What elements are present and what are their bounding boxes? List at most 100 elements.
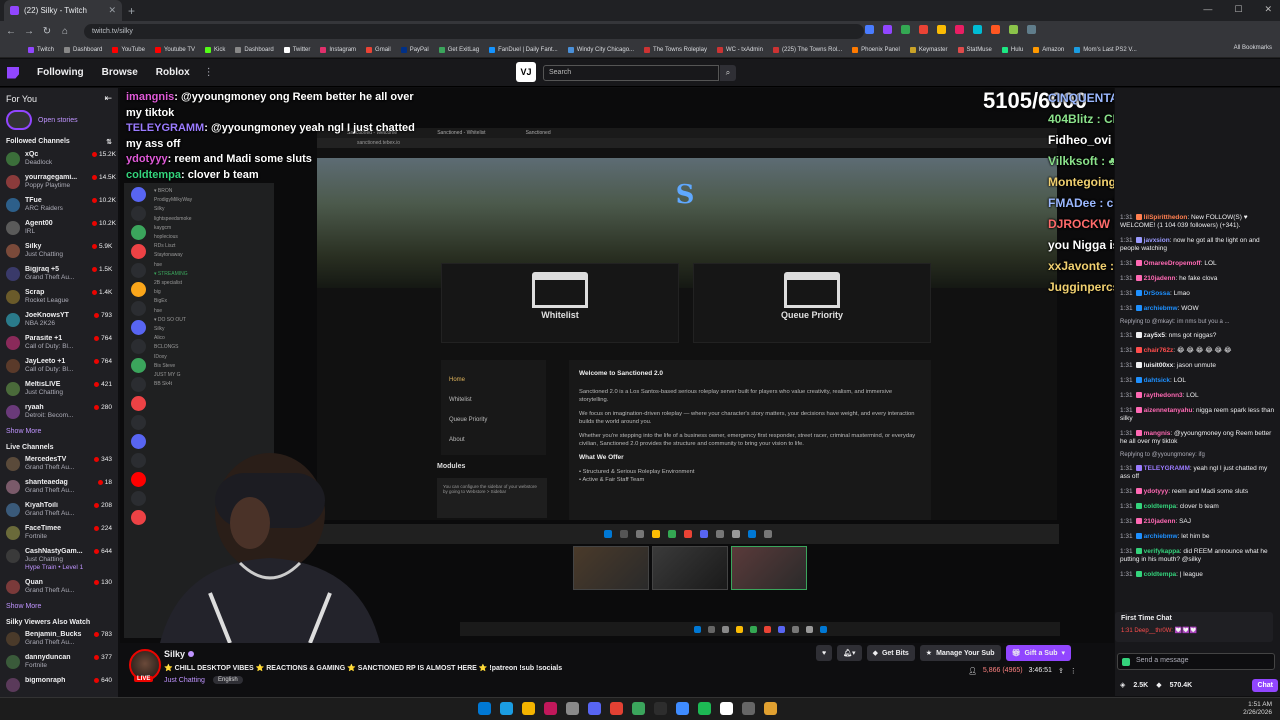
bookmark-item[interactable]: Instagram [320, 46, 356, 53]
chat-username[interactable]: ydotyyy [1144, 488, 1169, 495]
followed-channel[interactable]: Silky Just Chatting 5.9K [0, 241, 118, 264]
twitch-logo-icon[interactable] [7, 66, 19, 79]
extension-icon[interactable] [1027, 25, 1036, 34]
chat-input[interactable]: Send a message [1117, 653, 1275, 670]
chat-username[interactable]: dahtsick [1144, 377, 1170, 384]
bookmark-item[interactable]: FanDuel | Daily Fant... [489, 46, 558, 53]
live-channel[interactable]: MercedesTV Grand Theft Au... 343 [0, 454, 118, 477]
bookmark-item[interactable]: Dashboard [64, 46, 102, 53]
app-icon[interactable] [566, 702, 579, 715]
app-icon[interactable] [676, 702, 689, 715]
chat-send-button[interactable]: Chat [1252, 678, 1278, 692]
extension-icon[interactable] [883, 25, 892, 34]
story-avatar[interactable] [6, 110, 32, 130]
chat-username[interactable]: archiebmw [1144, 305, 1178, 312]
maximize-icon[interactable]: ☐ [1234, 4, 1242, 15]
close-window-icon[interactable]: ✕ [1264, 4, 1272, 15]
chat-username[interactable]: TELEYGRAMM [1144, 465, 1190, 472]
settings-icon[interactable] [742, 702, 755, 715]
followed-channel[interactable]: MeltisLIVE Just Chatting 421 [0, 379, 118, 402]
bookmark-item[interactable]: (225) The Towns Rol... [772, 46, 842, 53]
chat-username[interactable]: lilSpiritthedon [1144, 214, 1188, 221]
chat-username[interactable]: raythedonn3 [1144, 392, 1183, 399]
followed-channel[interactable]: JoeKnowsYT NBA 2K26 793 [0, 310, 118, 333]
bookmark-item[interactable]: Amazon [1033, 46, 1064, 53]
live-channel[interactable]: Quan Grand Theft Au... 130 [0, 577, 118, 600]
nav-roblox[interactable]: Roblox [156, 67, 190, 78]
followed-channel[interactable]: Scrap Rocket League 1.4K [0, 287, 118, 310]
vj-logo[interactable]: VJ [516, 62, 536, 82]
streamer-name[interactable]: Silky [164, 649, 195, 659]
minimize-icon[interactable]: — [1203, 4, 1212, 15]
app-icon[interactable] [544, 702, 557, 715]
chat-username[interactable]: 210jadenn [1144, 518, 1176, 525]
bookmark-item[interactable]: Dashboard [235, 46, 274, 53]
back-icon[interactable]: ← [6, 26, 16, 37]
extension-icon[interactable] [955, 25, 964, 34]
extension-icon[interactable] [991, 25, 1000, 34]
also-watch-channel[interactable]: dannyduncan Fortnite 377 [0, 652, 118, 675]
bookmark-item[interactable]: The Towns Roleplay [644, 46, 707, 53]
followed-channel[interactable]: yourragegami... Poppy Playtime 14.5K [0, 172, 118, 195]
bookmark-item[interactable]: Mom's Last PS2 V... [1074, 46, 1137, 53]
close-tab-icon[interactable]: ✕ [108, 5, 116, 16]
followed-channel[interactable]: xQc Deadlock 15.2K [0, 149, 118, 172]
bits-balance[interactable]: 570.4K [1170, 682, 1193, 689]
steam-icon[interactable] [500, 702, 513, 715]
chat-username[interactable]: luisit00xx [1144, 362, 1174, 369]
open-stories-link[interactable]: Open stories [38, 117, 78, 124]
bookmark-item[interactable]: Keymaster [909, 46, 948, 53]
start-icon[interactable] [478, 702, 491, 715]
app-icon[interactable] [720, 702, 733, 715]
bookmark-item[interactable]: Windy City Chicago... [567, 46, 634, 53]
system-tray-clock[interactable]: 1:51 AM 2/26/2026 [1243, 701, 1272, 717]
bookmark-item[interactable]: Get ExitLag [438, 46, 479, 53]
chat-username[interactable]: zay5x5 [1144, 332, 1165, 339]
chat-username[interactable]: chair762z [1144, 347, 1174, 354]
live-channel[interactable]: FaceTimee Fortnite 224 [0, 523, 118, 546]
bookmark-item[interactable]: PayPal [400, 46, 429, 53]
show-more-link[interactable]: Show More [0, 425, 118, 442]
followed-channel[interactable]: ryaah Detroit: Becom... 280 [0, 402, 118, 425]
chat-username[interactable]: archiebmw [1144, 533, 1178, 540]
bookmark-item[interactable]: Twitch [28, 46, 54, 53]
chat-username[interactable]: coldtempa [1144, 571, 1177, 578]
sort-icon[interactable]: ⇅ [106, 138, 112, 146]
chat-username[interactable]: mangnis [1144, 430, 1171, 437]
followed-channel[interactable]: Parasite +1 Call of Duty: Bl... 764 [0, 333, 118, 356]
new-tab-button[interactable]: + [128, 4, 135, 18]
followed-channel[interactable]: Agent00 IRL 10.2K [0, 218, 118, 241]
search-icon[interactable]: ⌕ [720, 65, 736, 81]
file-explorer-icon[interactable] [522, 702, 535, 715]
show-more-link-2[interactable]: Show More [0, 600, 118, 617]
forward-icon[interactable]: → [24, 26, 34, 37]
stories-row[interactable]: Open stories [0, 104, 118, 136]
app-icon[interactable] [654, 702, 667, 715]
notifications-button[interactable]: 🔔︎▾ [837, 645, 862, 661]
followed-channel[interactable]: TFue ARC Raiders 10.2K [0, 195, 118, 218]
live-channel[interactable]: shanteaedag Grand Theft Au... 18 [0, 477, 118, 500]
discord-icon[interactable] [588, 702, 601, 715]
url-field[interactable]: twitch.tv/silky [84, 24, 864, 39]
chat-username[interactable]: javxsion [1144, 237, 1170, 244]
channel-points[interactable]: 2.5K [1133, 682, 1148, 689]
also-watch-channel[interactable]: bigmonraph 640 [0, 675, 118, 698]
bookmark-item[interactable]: Phoenix Panel [852, 46, 900, 53]
extension-icon[interactable] [937, 25, 946, 34]
bookmark-item[interactable]: YouTube [112, 46, 145, 53]
follow-heart-button[interactable]: ♥ [816, 645, 833, 661]
streamer-name-text[interactable]: Silky [164, 649, 185, 659]
get-bits-button[interactable]: ◆ Get Bits [866, 645, 915, 661]
bookmark-item[interactable]: Youtube TV [154, 46, 195, 53]
app-icon[interactable] [764, 702, 777, 715]
extension-icon[interactable] [901, 25, 910, 34]
all-bookmarks[interactable]: All Bookmarks [1234, 45, 1272, 51]
more-icon[interactable]: ⋮ [1070, 667, 1077, 675]
browser-tab[interactable]: (22) Silky - Twitch ✕ [4, 0, 122, 21]
collapse-sidebar-icon[interactable]: ⇤ [104, 93, 112, 104]
stream-tag[interactable]: English [213, 676, 243, 684]
search-input[interactable]: Search [543, 65, 719, 81]
share-icon[interactable]: ⇪ [1058, 667, 1064, 675]
bookmark-item[interactable]: Twitter [283, 46, 310, 53]
also-watch-channel[interactable]: Benjamin_Bucks Grand Theft Au... 783 [0, 629, 118, 652]
